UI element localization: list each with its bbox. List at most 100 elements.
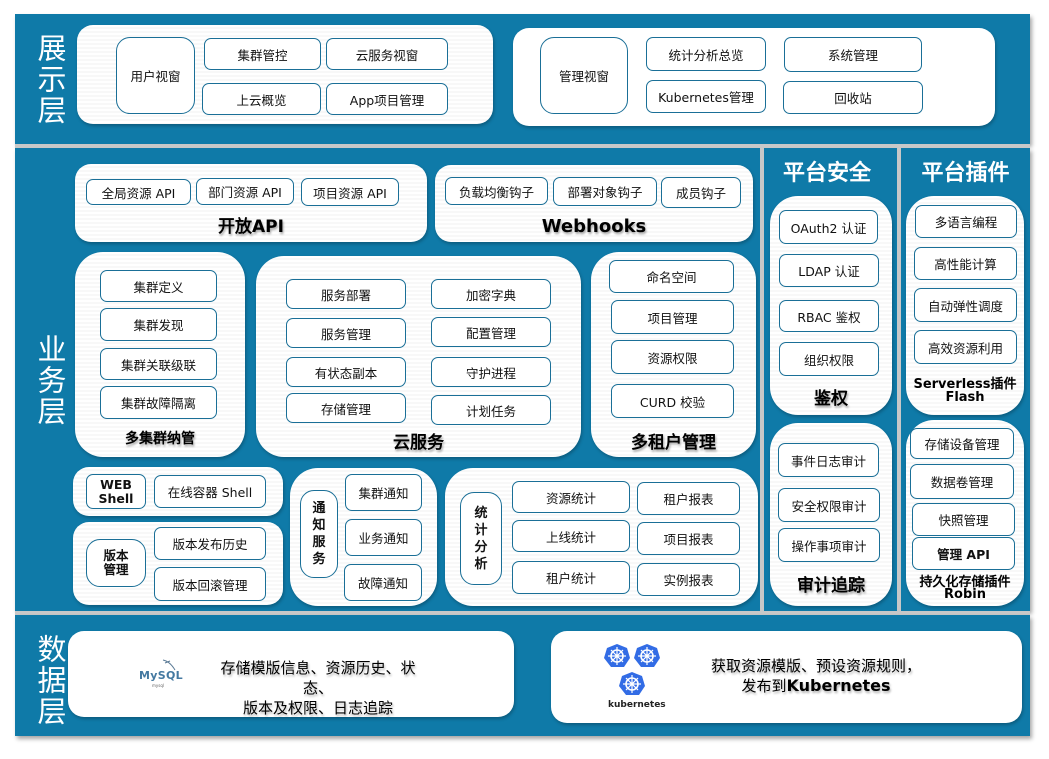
service-management-box[interactable]: 服务管理 [286,318,406,348]
efficient-resource-box[interactable]: 高效资源利用 [914,330,1017,364]
member-hook-box[interactable]: 成员钩子 [661,177,741,208]
cluster-notification-box[interactable]: 集群通知 [345,474,422,511]
storage-management-box[interactable]: 存储管理 [286,393,406,423]
kubernetes-panel: kubernetes 获取资源模版、预设资源规则， 发布到Kubernetes [551,631,1022,723]
separator-plugins [897,148,901,611]
tenant-report-box[interactable]: 租户报表 [637,482,740,515]
global-resource-api-box[interactable]: 全局资源 API [86,179,191,205]
system-management-box[interactable]: 系统管理 [784,37,922,72]
platform-plugins-title: 平台插件 [921,161,1010,186]
scheduled-task-box[interactable]: 计划任务 [431,395,551,425]
notification-service-panel: 通 知 服 务 集群通知 业务通知 故障通知 [290,468,437,606]
multi-cluster-panel: 集群定义 集群发现 集群关联级联 集群故障隔离 多集群纳管 [75,252,245,457]
tenant-statistics-box[interactable]: 租户统计 [512,561,630,594]
instance-report-box[interactable]: 实例报表 [637,563,740,596]
project-report-box[interactable]: 项目报表 [637,522,740,555]
web-shell-label: WEB Shell [86,474,146,509]
security-permission-audit-box[interactable]: 安全权限审计 [778,488,880,522]
rbac-box[interactable]: RBAC 鉴权 [779,300,879,332]
kubernetes-description-line2: 发布到Kubernetes [701,676,931,696]
kubernetes-logo: kubernetes [603,643,673,713]
department-resource-api-box[interactable]: 部门资源 API [196,178,294,205]
notification-label-char-4: 务 [312,552,326,567]
version-label-line2: 管理 [103,562,129,577]
oauth2-box[interactable]: OAuth2 认证 [779,210,878,244]
recycle-bin-box[interactable]: 回收站 [783,81,923,114]
cloud-service-window-box[interactable]: 云服务视窗 [326,38,448,70]
storage-device-box[interactable]: 存储设备管理 [910,428,1014,459]
serverless-panel: 多语言编程 高性能计算 自动弹性调度 高效资源利用 Serverless插件 F… [906,196,1024,415]
admin-window-box[interactable]: 管理视窗 [540,37,628,114]
kubernetes-description: 获取资源模版、预设资源规则， 发布到Kubernetes [701,656,931,696]
business-notification-box[interactable]: 业务通知 [345,519,422,556]
version-release-history-box[interactable]: 版本发布历史 [154,527,266,560]
auth-title: 鉴权 [814,389,848,409]
daemon-process-box[interactable]: 守护进程 [431,357,551,387]
mysql-description: 存储模版信息、资源历史、状态、 版本及权限、日志追踪 [208,658,428,718]
curd-validation-box[interactable]: CURD 校验 [611,384,734,418]
management-api-box[interactable]: 管理 API [912,537,1015,570]
event-log-audit-box[interactable]: 事件日志审计 [778,443,879,477]
stateful-replica-box[interactable]: 有状态副本 [286,357,406,387]
storage-plugin-panel: 存储设备管理 数据卷管理 快照管理 管理 API 持久化存储插件 Robin [906,420,1024,606]
data-layer-label: 数据层 [33,633,67,727]
kubernetes-description-line1: 获取资源模版、预设资源规则， [710,657,921,675]
project-management-box[interactable]: 项目管理 [611,300,734,334]
cluster-cascade-box[interactable]: 集群关联级联 [100,348,217,380]
deployment-object-hook-box[interactable]: 部署对象钩子 [553,177,657,206]
namespace-box[interactable]: 命名空间 [609,260,734,293]
service-deployment-box[interactable]: 服务部署 [286,279,406,309]
resource-statistics-box[interactable]: 资源统计 [512,481,630,513]
cloud-overview-box[interactable]: 上云概览 [202,83,321,115]
statistics-label-char-4: 析 [474,556,488,572]
audit-panel: 事件日志审计 安全权限审计 操作事项审计 审计追踪 [770,423,892,606]
org-permission-box[interactable]: 组织权限 [779,342,879,376]
auto-elastic-scheduling-box[interactable]: 自动弹性调度 [914,288,1017,322]
auth-panel: OAuth2 认证 LDAP 认证 RBAC 鉴权 组织权限 鉴权 [770,196,892,415]
presentation-layer-label: 展示层 [33,32,67,126]
data-volume-box[interactable]: 数据卷管理 [910,464,1014,499]
snapshot-box[interactable]: 快照管理 [912,503,1015,536]
cluster-control-box[interactable]: 集群管控 [204,38,321,70]
user-window-panel: 用户视窗 集群管控 云服务视窗 上云概览 App项目管理 [77,25,493,124]
statistics-overview-box[interactable]: 统计分析总览 [646,37,766,71]
web-shell-label-line1: WEB [100,476,132,492]
cluster-discovery-box[interactable]: 集群发现 [100,308,217,341]
mysql-description-line1: 存储模版信息、资源历史、状态、 [220,659,416,697]
serverless-title-line2: Flash [945,390,985,405]
load-balancer-hook-box[interactable]: 负载均衡钩子 [445,177,548,205]
notification-label-char-1: 通 [312,501,326,516]
cluster-fault-isolation-box[interactable]: 集群故障隔离 [100,386,217,419]
statistics-label-char-1: 统 [474,505,488,521]
project-resource-api-box[interactable]: 项目资源 API [301,178,399,206]
statistics-label-char-2: 计 [474,522,488,538]
multi-language-box[interactable]: 多语言编程 [915,205,1017,238]
mysql-description-line2: 版本及权限、日志追踪 [242,699,393,717]
resource-permission-box[interactable]: 资源权限 [611,340,734,374]
web-shell-panel: WEB Shell 在线容器 Shell [73,467,283,516]
version-management-label: 版本 管理 [86,539,146,587]
webhooks-panel: 负载均衡钩子 部署对象钩子 成员钩子 Webhooks [435,165,753,242]
notification-label-char-3: 服 [312,535,326,550]
ldap-box[interactable]: LDAP 认证 [779,254,879,287]
separator-top [15,144,1030,148]
high-performance-computing-box[interactable]: 高性能计算 [914,247,1017,280]
audit-title: 审计追踪 [797,576,865,596]
notification-label-char-2: 知 [312,518,326,533]
kubernetes-management-box[interactable]: Kubernetes管理 [646,80,766,113]
app-project-management-box[interactable]: App项目管理 [326,83,448,115]
encrypted-dictionary-box[interactable]: 加密字典 [431,279,551,309]
cluster-definition-box[interactable]: 集群定义 [100,270,217,302]
user-window-box[interactable]: 用户视窗 [116,37,195,114]
version-rollback-box[interactable]: 版本回滚管理 [154,567,266,601]
fault-notification-box[interactable]: 故障通知 [344,564,422,601]
kubernetes-description-prefix: 发布到 [741,677,787,695]
statistics-label-char-3: 分 [474,539,488,555]
online-statistics-box[interactable]: 上线统计 [512,520,630,552]
config-management-box[interactable]: 配置管理 [431,317,551,347]
mysql-logo-sub: mysql [152,683,164,688]
operation-audit-box[interactable]: 操作事项审计 [778,528,880,562]
statistics-label: 统 计 分 析 [460,492,502,585]
online-container-shell-box[interactable]: 在线容器 Shell [154,475,266,508]
kubernetes-logo-text: kubernetes [608,700,666,710]
